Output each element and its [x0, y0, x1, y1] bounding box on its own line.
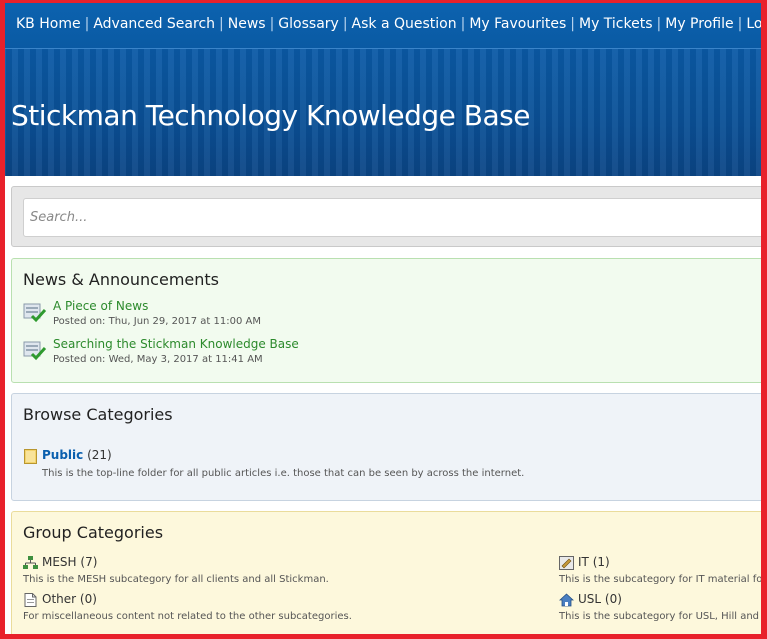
category-description: This is the top-line folder for all publ…	[42, 468, 525, 479]
search-input[interactable]	[23, 198, 767, 237]
news-document-icon	[23, 341, 47, 361]
group-category-title[interactable]: IT (1)	[578, 555, 610, 569]
browse-categories-panel: Browse Categories Public (21) This is th…	[11, 393, 767, 501]
group-category-count: (0)	[79, 592, 97, 606]
nav-logout[interactable]: Logout	[746, 16, 767, 32]
nav-separator: |	[570, 16, 575, 32]
news-panel: News & Announcements A Piece of News Pos…	[11, 258, 767, 383]
news-date: Posted on: Thu, Jun 29, 2017 at 11:00 AM	[53, 316, 261, 327]
top-navigation: KB Home | Advanced Search | News | Gloss…	[0, 0, 767, 48]
group-category-name[interactable]: IT	[578, 555, 589, 569]
edit-document-icon	[559, 556, 574, 570]
nav-separator: |	[460, 16, 466, 32]
nav-my-profile[interactable]: My Profile	[665, 16, 733, 32]
group-category-name[interactable]: MESH	[42, 555, 77, 569]
nav-separator: |	[269, 16, 275, 32]
network-icon	[23, 556, 38, 569]
group-category-name[interactable]: USL	[578, 592, 601, 606]
nav-separator: |	[84, 16, 90, 32]
folder-icon	[24, 449, 37, 464]
news-document-icon	[23, 303, 47, 323]
header-banner: Stickman Technology Knowledge Base	[0, 48, 767, 176]
group-category-count: (1)	[592, 555, 610, 569]
nav-separator: |	[656, 16, 662, 32]
nav-separator: |	[342, 16, 348, 32]
document-icon	[24, 593, 37, 607]
group-heading: Group Categories	[23, 523, 164, 542]
nav-my-tickets[interactable]: My Tickets	[579, 16, 653, 32]
group-category-title[interactable]: USL (0)	[578, 592, 622, 606]
home-icon	[559, 593, 574, 607]
category-count: (21)	[87, 448, 112, 462]
group-category-count: (7)	[80, 555, 98, 569]
news-title-link[interactable]: A Piece of News	[53, 299, 148, 313]
news-title-link[interactable]: Searching the Stickman Knowledge Base	[53, 337, 299, 351]
news-heading: News & Announcements	[23, 270, 219, 289]
search-bar	[11, 186, 767, 247]
group-category-title[interactable]: Other (0)	[42, 592, 97, 606]
nav-separator: |	[219, 16, 224, 32]
group-category-description: This is the MESH subcategory for all cli…	[23, 574, 329, 585]
nav-separator: |	[737, 16, 743, 32]
nav-kb-home[interactable]: KB Home	[16, 16, 81, 32]
browse-heading: Browse Categories	[23, 405, 173, 424]
news-date: Posted on: Wed, May 3, 2017 at 11:41 AM	[53, 354, 263, 365]
nav-advanced-search[interactable]: Advanced Search	[93, 16, 215, 32]
site-title: Stickman Technology Knowledge Base	[11, 99, 530, 132]
group-category-count: (0)	[604, 592, 622, 606]
nav-ask-a-question[interactable]: Ask a Question	[352, 16, 457, 32]
category-public: Public (21)	[42, 448, 112, 462]
group-category-description: For miscellaneous content not related to…	[23, 611, 352, 622]
nav-glossary[interactable]: Glossary	[278, 16, 339, 32]
group-category-description: This is the subcategory for IT material …	[559, 574, 763, 585]
nav-news[interactable]: News	[228, 16, 266, 32]
group-category-name[interactable]: Other	[42, 592, 76, 606]
group-category-description: This is the subcategory for USL, Hill an…	[559, 611, 760, 622]
category-link[interactable]: Public	[42, 448, 83, 462]
group-category-title[interactable]: MESH (7)	[42, 555, 97, 569]
nav-my-favourites[interactable]: My Favourites	[469, 16, 566, 32]
group-categories-panel: Group Categories MESH (7) This is the ME…	[11, 511, 767, 639]
